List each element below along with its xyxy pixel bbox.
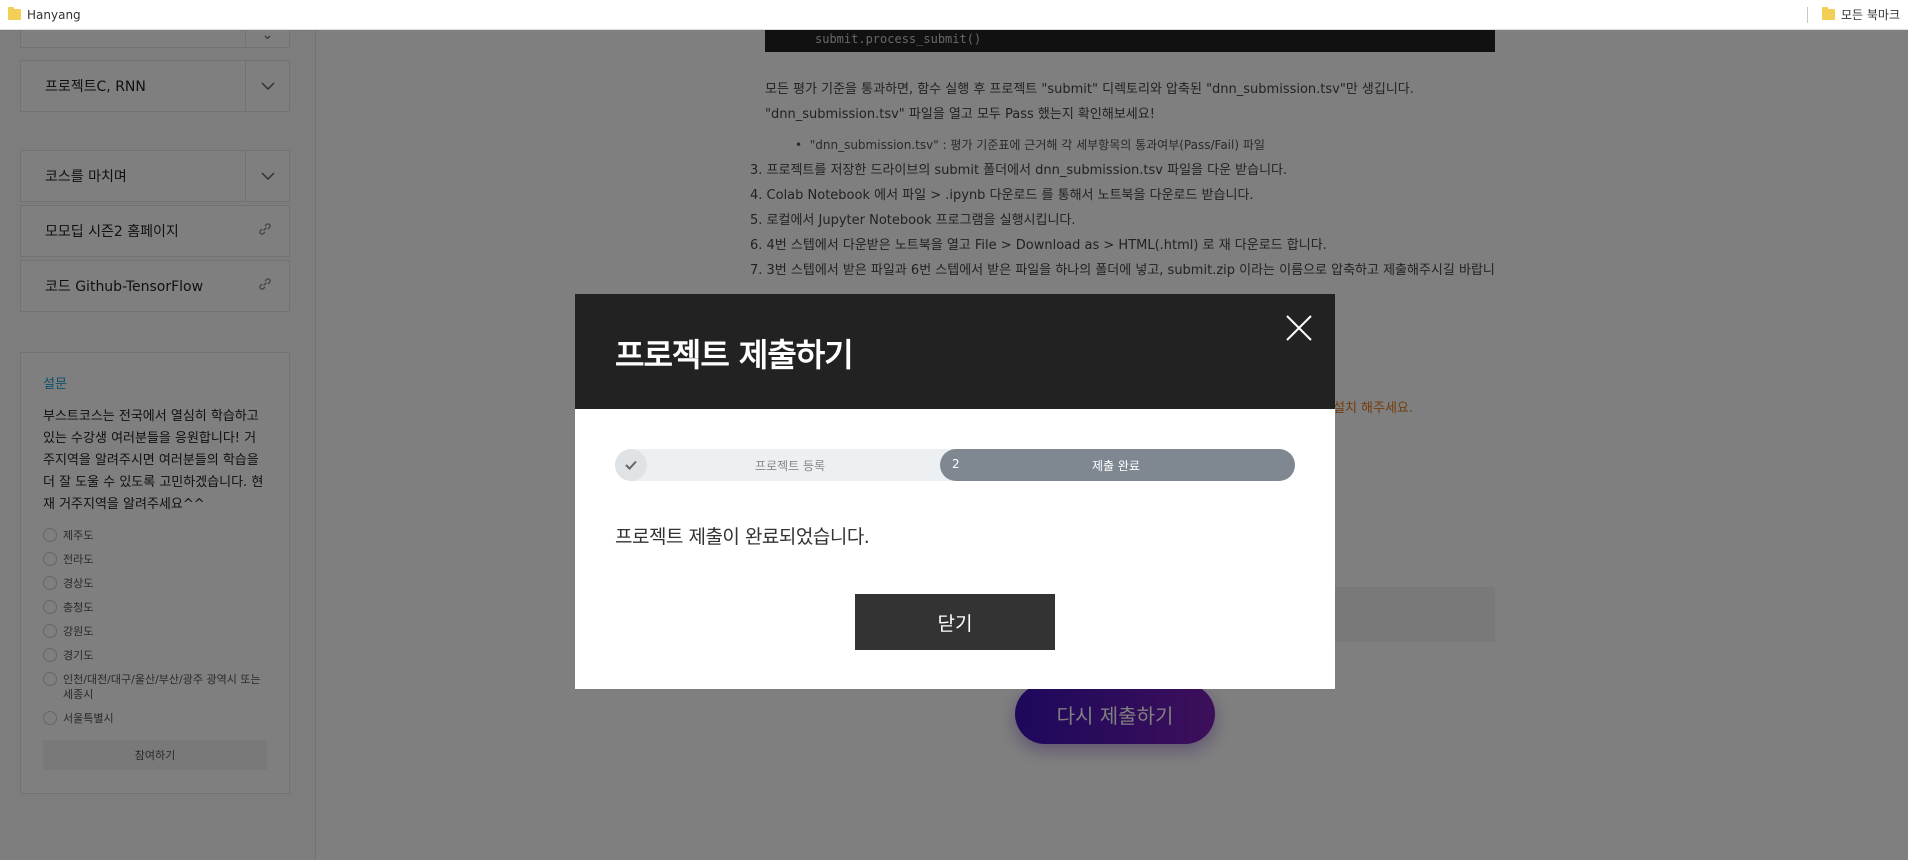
close-button[interactable]: 닫기 <box>855 594 1055 650</box>
step-submit-complete: 2 제출 완료 <box>940 449 1295 481</box>
bookmark-all[interactable]: 모든 북마크 <box>1821 6 1900 23</box>
close-icon[interactable] <box>1285 314 1313 342</box>
completion-message: 프로젝트 제출이 완료되었습니다. <box>615 526 870 548</box>
folder-icon <box>8 7 21 20</box>
modal-title: 프로젝트 제출하기 <box>615 336 854 374</box>
modal-header: 프로젝트 제출하기 <box>575 294 1335 409</box>
step-label: 제출 완료 <box>1092 459 1140 473</box>
check-icon <box>615 449 647 481</box>
bookmark-label: Hanyang <box>27 7 81 22</box>
submit-modal: 프로젝트 제출하기 프로젝트 등록 2 제출 완료 프로젝트 제출이 완료되었습… <box>575 294 1335 689</box>
step-number: 2 <box>952 457 960 471</box>
bookmark-label: 모든 북마크 <box>1840 8 1900 22</box>
folder-icon <box>1821 7 1835 20</box>
bookmark-divider <box>1806 6 1808 23</box>
step-label: 프로젝트 등록 <box>755 459 826 473</box>
bookmark-bar: Hanyang 모든 북마크 <box>0 0 1908 30</box>
progress-stepper: 프로젝트 등록 2 제출 완료 <box>615 449 1295 481</box>
bookmark-hanyang[interactable]: Hanyang <box>8 7 81 22</box>
step-project-register: 프로젝트 등록 <box>615 449 955 481</box>
